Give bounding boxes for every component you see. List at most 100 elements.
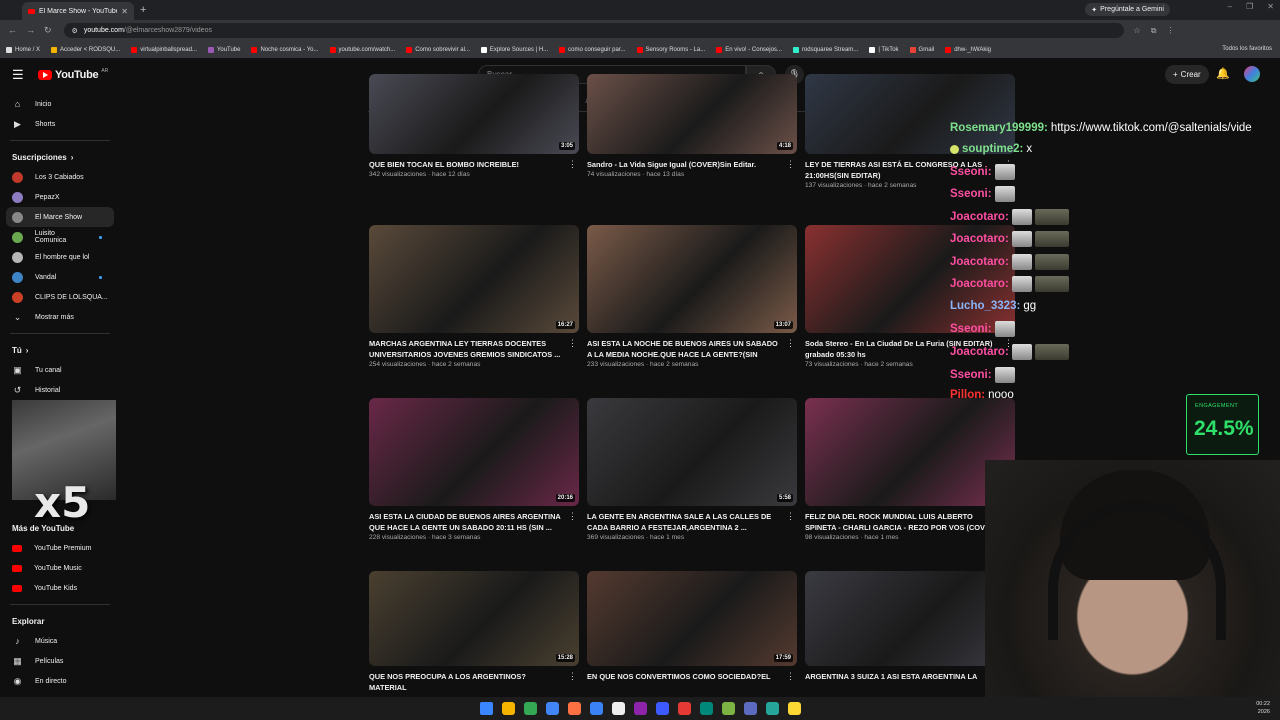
sidebar-more-item[interactable]: YouTube Kids	[0, 578, 120, 598]
bookmark-item[interactable]: Explore Sources | H...	[480, 46, 548, 53]
video-menu-icon[interactable]: ⋮	[568, 159, 577, 170]
video-title[interactable]: QUE NOS PREOCUPA A LOS ARGENTINOS? MATER…	[369, 671, 565, 693]
visual-studio-icon[interactable]	[655, 702, 669, 715]
video-thumbnail[interactable]: 20:16	[369, 398, 579, 506]
sidebar-subscription-item[interactable]: CLIPS DE LOLSQUA...	[0, 287, 120, 307]
bookmark-item[interactable]: dhw-_hWAkig	[945, 46, 991, 53]
bookmark-item[interactable]: | TikTok	[869, 46, 899, 53]
app-icon[interactable]	[743, 702, 757, 715]
sidebar-you-item[interactable]: ▣ Tu canal	[0, 360, 120, 380]
sidebar-item-inicio[interactable]: ⌂ Inicio	[0, 94, 120, 114]
video-menu-icon[interactable]: ⋮	[786, 159, 795, 170]
show-more-button[interactable]: ⌄ Mostrar más	[0, 307, 120, 327]
sidebar-item-label: Inicio	[35, 100, 52, 108]
app-icon[interactable]	[765, 702, 779, 715]
sidebar-explore-item[interactable]: ◉ En directo	[0, 671, 120, 691]
bookmark-item[interactable]: Gmail	[909, 46, 934, 53]
bookmark-item[interactable]: Acceder < RODSQU...	[51, 46, 120, 53]
spreadsheet-app-icon[interactable]	[523, 702, 537, 715]
video-menu-icon[interactable]: ⋮	[568, 338, 577, 349]
tab-youtube[interactable]: El Marce Show - YouTube ✕	[22, 2, 134, 20]
bookmark-item[interactable]: Home / X	[6, 46, 40, 53]
user-avatar[interactable]	[1244, 66, 1260, 82]
app-icon[interactable]	[787, 702, 801, 715]
sidebar-subscription-item[interactable]: El hombre que lol	[0, 247, 120, 267]
search-app-icon[interactable]	[567, 702, 581, 715]
site-info-icon[interactable]: ⚙	[72, 27, 78, 35]
tab-close-icon[interactable]: ✕	[121, 7, 128, 16]
video-title[interactable]: MARCHAS ARGENTINA LEY TIERRAS DOCENTES U…	[369, 338, 565, 360]
bookmark-item[interactable]: En vivo! - Consejos...	[716, 46, 782, 53]
new-tab-icon[interactable]: +	[140, 4, 152, 16]
video-title[interactable]: Sandro - La Vida Sigue Igual (COVER)Sin …	[587, 159, 783, 170]
you-heading[interactable]: Tú ›	[0, 340, 120, 360]
sidebar-subscription-item[interactable]: El Marce Show	[6, 207, 114, 227]
sidebar-subscription-item[interactable]: Vandal	[0, 267, 120, 287]
bookmark-item[interactable]: Como sobrevivir al...	[406, 46, 470, 53]
hamburger-menu-icon[interactable]: ☰	[12, 67, 26, 83]
video-thumbnail[interactable]: 3:05	[369, 74, 579, 154]
bookmark-item[interactable]: YouTube	[207, 46, 240, 53]
bookmark-item[interactable]: Sensory Rooms - La...	[636, 46, 705, 53]
video-title[interactable]: QUE BIEN TOCAN EL BOMBO INCREIBLE!	[369, 159, 565, 170]
sidebar-explore-item[interactable]: ▦ Películas	[0, 651, 120, 671]
app-icon[interactable]	[677, 702, 691, 715]
sidebar-subscription-item[interactable]: PepazX	[0, 187, 120, 207]
bookmark-item[interactable]: Noche cosmica - Yo...	[251, 46, 319, 53]
sidebar-explore-item[interactable]: ♪ Música	[0, 631, 120, 651]
sidebar-subscription-item[interactable]: Luisito Comunica	[0, 227, 120, 247]
reload-icon[interactable]: ↻	[44, 25, 52, 36]
bookmark-item[interactable]: rodsquaree Stream...	[792, 46, 858, 53]
app-icon[interactable]	[721, 702, 735, 715]
video-thumbnail[interactable]: 5:58	[587, 398, 797, 506]
maximize-icon[interactable]: ❐	[1246, 2, 1253, 11]
sidebar-item-shorts[interactable]: ▶ Shorts	[0, 114, 120, 134]
browser-app-icon[interactable]	[611, 702, 625, 715]
sidebar-more-item[interactable]: YouTube Premium	[0, 538, 120, 558]
video-menu-icon[interactable]: ⋮	[786, 671, 795, 682]
url-field[interactable]: ⚙ youtube.com/@elmarceshow2879/videos	[63, 23, 1124, 38]
video-menu-icon[interactable]: ⋮	[786, 338, 795, 349]
start-menu-icon[interactable]	[479, 702, 493, 715]
notifications-bell-icon[interactable]: 🔔	[1216, 67, 1230, 80]
menu-dots-icon[interactable]: ⋮	[1166, 26, 1174, 36]
extensions-icon[interactable]: ⧉	[1151, 26, 1157, 36]
video-menu-icon[interactable]: ⋮	[568, 671, 577, 682]
video-title[interactable]: ASI ESTA LA NOCHE DE BUENOS AIRES UN SAB…	[587, 338, 783, 360]
forward-icon[interactable]: →	[26, 25, 35, 36]
app-icon[interactable]	[699, 702, 713, 715]
chrome-icon[interactable]	[545, 702, 559, 715]
minimize-icon[interactable]: –	[1228, 2, 1232, 11]
video-thumbnail[interactable]: 15:28	[369, 571, 579, 666]
all-bookmarks-link[interactable]: Todos los favoritos	[1222, 46, 1272, 52]
youtube-logo[interactable]: YouTube AR	[38, 68, 108, 81]
video-title[interactable]: ASI ESTA LA CIUDAD DE BUENOS AIRES ARGEN…	[369, 511, 565, 533]
video-title[interactable]: ARGENTINA 3 SUIZA 1 ASI ESTA ARGENTINA L…	[805, 671, 1001, 682]
close-window-icon[interactable]: ✕	[1267, 2, 1274, 11]
video-thumbnail[interactable]	[805, 571, 1015, 666]
video-thumbnail[interactable]	[805, 398, 1015, 506]
video-thumbnail[interactable]: 17:59	[587, 571, 797, 666]
bookmark-item[interactable]: youtube.com/watch...	[329, 46, 395, 53]
file-explorer-icon[interactable]	[501, 702, 515, 715]
video-thumbnail[interactable]: 4:18	[587, 74, 797, 154]
video-thumbnail[interactable]: 16:27	[369, 225, 579, 333]
obs-icon[interactable]	[589, 702, 603, 715]
bookmark-item[interactable]: como conseguir par...	[559, 46, 626, 53]
video-title[interactable]: LA GENTE EN ARGENTINA SALE A LAS CALLES …	[587, 511, 783, 533]
discord-icon[interactable]	[633, 702, 647, 715]
video-menu-icon[interactable]: ⋮	[786, 511, 795, 522]
video-title[interactable]: FELIZ DIA DEL ROCK MUNDIAL LUIS ALBERTO …	[805, 511, 1001, 533]
sidebar-you-item[interactable]: ↺ Historial	[0, 380, 120, 400]
create-button[interactable]: + Crear	[1165, 65, 1209, 84]
bookmark-item[interactable]: virtualpinballspread...	[131, 46, 197, 53]
bookmark-star-icon[interactable]: ☆	[1134, 26, 1141, 36]
sidebar-subscription-item[interactable]: Los 3 Cabiados	[0, 167, 120, 187]
subscriptions-heading[interactable]: Suscripciones ›	[0, 147, 120, 167]
video-title[interactable]: EN QUE NOS CONVERTIMOS COMO SOCIEDAD?EL	[587, 671, 783, 682]
video-thumbnail[interactable]: 13:07	[587, 225, 797, 333]
back-icon[interactable]: ←	[8, 25, 17, 36]
sidebar-more-item[interactable]: YouTube Music	[0, 558, 120, 578]
gemini-button[interactable]: ✦ Pregúntale a Gemini	[1085, 3, 1170, 16]
video-menu-icon[interactable]: ⋮	[568, 511, 577, 522]
